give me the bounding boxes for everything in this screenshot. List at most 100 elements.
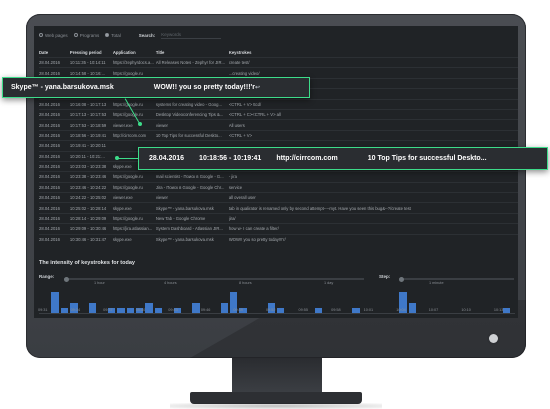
power-button xyxy=(489,334,498,343)
cell-application: skype.exe xyxy=(112,233,156,245)
chart-title: The intensity of keystrokes for today xyxy=(39,260,135,266)
cell-date: 28.04.2016 xyxy=(39,223,70,235)
chart-bar[interactable] xyxy=(408,302,416,313)
radio-total[interactable]: Total xyxy=(105,33,121,38)
column-header-period[interactable]: Pressing period xyxy=(70,48,113,58)
range-tick: 1 day xyxy=(324,281,334,285)
table-row[interactable]: 28.04.2016 10:17:13 - 10:17:53 https://goo… xyxy=(39,108,518,120)
cell-keystrokes: <CTRL + V> ttcd/ xyxy=(228,98,518,110)
table-header-row: Date Pressing period Application Title K… xyxy=(39,48,518,58)
column-header-date[interactable]: Date xyxy=(39,48,70,58)
cell-application: https://google.ru xyxy=(112,181,156,193)
chart-x-tick: 09:58 xyxy=(331,308,341,312)
cell-period: 10:23:46 - 10:24:22 xyxy=(69,181,113,193)
table-row[interactable]: 28.04.2016 10:17:53 - 10:18:59 viewer.exe v… xyxy=(39,119,518,131)
cell-keystrokes: jira/ xyxy=(228,212,518,224)
table-row[interactable]: 28.04.2016 10:30:46 - 10:31:47 skype.exe Sk… xyxy=(39,233,518,245)
cell-application: https://zephyrdocs.a... xyxy=(112,56,156,68)
step-label: Step: xyxy=(379,274,391,279)
cell-application: https://google.ru xyxy=(112,98,156,110)
chart-bar[interactable] xyxy=(51,292,59,313)
search-input[interactable] xyxy=(161,31,222,39)
table-row[interactable]: 28.04.201610:16:08 - 10:17:13https://goo… xyxy=(39,98,518,110)
cell-date: 28.04.2016 xyxy=(39,233,70,245)
cell-application: http://cirrcom.com xyxy=(112,129,156,141)
cell-period: 10:17:53 - 10:18:59 xyxy=(69,119,113,131)
range-label: Range: xyxy=(39,274,55,279)
cell-title: All Releases Notes - Zephyr for JIR... xyxy=(155,56,229,68)
cell-period: 10:29:09 - 10:30:46 xyxy=(69,223,113,235)
cell-date: 28.04.2016 xyxy=(39,56,70,68)
monitor-stand-shadow xyxy=(170,403,382,409)
chart-bar[interactable] xyxy=(89,302,97,313)
table-row[interactable]: 28.04.2016 10:25:02 - 10:28:14 skype.exe Sk… xyxy=(39,202,518,214)
chart-x-tick: 09:46 xyxy=(200,308,211,312)
cell-title: systems for creating video - Goog... xyxy=(155,98,229,110)
cell-keystrokes: All users xyxy=(228,119,518,131)
table-row[interactable]: 28.04.2016 10:29:09 - 10:30:46 https://jir… xyxy=(39,223,518,235)
range-slider-thumb[interactable] xyxy=(64,276,69,282)
column-header-title[interactable]: Title xyxy=(156,48,229,58)
cell-date: 28.04.2016 xyxy=(39,192,70,203)
chart-bar[interactable] xyxy=(145,302,153,313)
cell-date: 28.04.2016 xyxy=(39,119,70,131)
table-row[interactable]: 28.04.2016 10:24:22 - 10:25:02 viewer.exe v… xyxy=(39,192,518,203)
cell-period: 10:28:14 - 10:29:09 xyxy=(69,212,113,224)
skype-message-callout: Skype™ - yana.barsukova.msk WOW!! you so… xyxy=(2,77,310,98)
table-row[interactable]: 28.04.2016 10:23:46 - 10:24:22 https://goo… xyxy=(39,181,518,193)
radio-programs[interactable]: Programs xyxy=(73,33,99,38)
cell-period: 10:19:41 - 10:20:11 xyxy=(69,140,113,152)
cell-date: 28.04.2016 xyxy=(39,150,70,162)
chart-x-tick: 10:07 xyxy=(428,308,439,312)
radio-dot xyxy=(105,33,110,37)
chart-x-tick: 10:01 xyxy=(363,308,374,312)
table-row[interactable]: 28.04.2016 10:23:38 - 10:23:46 https://goo… xyxy=(39,171,518,183)
cell-period: 10:25:02 - 10:28:14 xyxy=(69,202,113,214)
table-row[interactable]: 28.04.2016 10:11:35 - 10:14:11 https://zep… xyxy=(39,56,518,68)
cell-keystrokes: create test/ xyxy=(228,56,518,68)
cell-period: 10:17:13 - 10:17:53 xyxy=(69,108,113,120)
radio-label: Total xyxy=(111,32,121,38)
radio-dot xyxy=(73,33,78,37)
table-row[interactable]: 28.04.2016 10:28:14 - 10:29:09 https://goo… xyxy=(39,212,518,224)
cell-keystrokes: tab in qualirator is renamed only by sec… xyxy=(228,202,518,214)
cell-application: viewer.exe xyxy=(112,119,156,131)
cell-title: mail scientist - Поиск в Google - G... xyxy=(155,171,229,183)
range-slider[interactable] xyxy=(64,276,364,282)
cell-keystrokes: all overall user xyxy=(228,192,518,203)
range-tick: 1 hour xyxy=(94,281,105,285)
range-tick: 4 hours xyxy=(164,281,177,285)
chart-x-tick: 10:10 xyxy=(461,308,471,312)
cell-title: viewer xyxy=(155,119,229,131)
table-row[interactable]: 28.04.2016 10:18:56 - 10:19:41 http://cirr… xyxy=(39,129,518,141)
cell-keystrokes: service xyxy=(228,181,518,193)
callout-date: 28.04.2016 xyxy=(149,155,185,162)
cell-title: Skype™ - yana.barsukova.msk xyxy=(155,202,229,214)
step-slider-thumb[interactable] xyxy=(399,276,404,282)
skype-callout-anchor xyxy=(138,122,142,126)
cell-date: 28.04.2016 xyxy=(39,129,70,141)
return-icon: ↩ xyxy=(254,85,260,91)
cell-period: 10:18:56 - 10:19:41 xyxy=(69,129,113,141)
radio-web-pages[interactable]: Web pages xyxy=(39,33,68,38)
cell-date: 28.04.2016 xyxy=(39,212,70,224)
chart-x-tick: 09:31 xyxy=(38,308,48,312)
cell-keystrokes: <CTRL + C><CTRL + V> all xyxy=(228,108,518,120)
chart-x-tick: 09:49 xyxy=(233,308,243,312)
chart-bar[interactable] xyxy=(192,302,200,313)
cell-date: 28.04.2016 xyxy=(39,108,70,120)
cell-title: New Tab - Google Chrome xyxy=(155,212,229,224)
cell-period: 10:23:38 - 10:23:46 xyxy=(69,171,113,183)
step-slider[interactable] xyxy=(399,276,514,282)
chart-x-tick: 09:52 xyxy=(265,308,276,312)
chart-bar[interactable] xyxy=(220,302,228,313)
column-header-keystrokes[interactable]: Keystrokes xyxy=(229,48,518,58)
cell-period: 10:16:08 - 10:17:13 xyxy=(69,98,113,110)
column-header-application[interactable]: Application xyxy=(113,48,156,58)
cell-date: 28.04.2016 xyxy=(39,171,70,183)
callout-keystrokes: WOW!! you so pretty today!!!'r xyxy=(153,84,255,91)
cell-period: 10:30:46 - 10:31:47 xyxy=(69,233,113,245)
monitor-stand-neck xyxy=(232,358,322,392)
chart-x-tick: 09:37 xyxy=(103,308,113,312)
callout-url: http://cirrcom.com xyxy=(276,155,338,162)
